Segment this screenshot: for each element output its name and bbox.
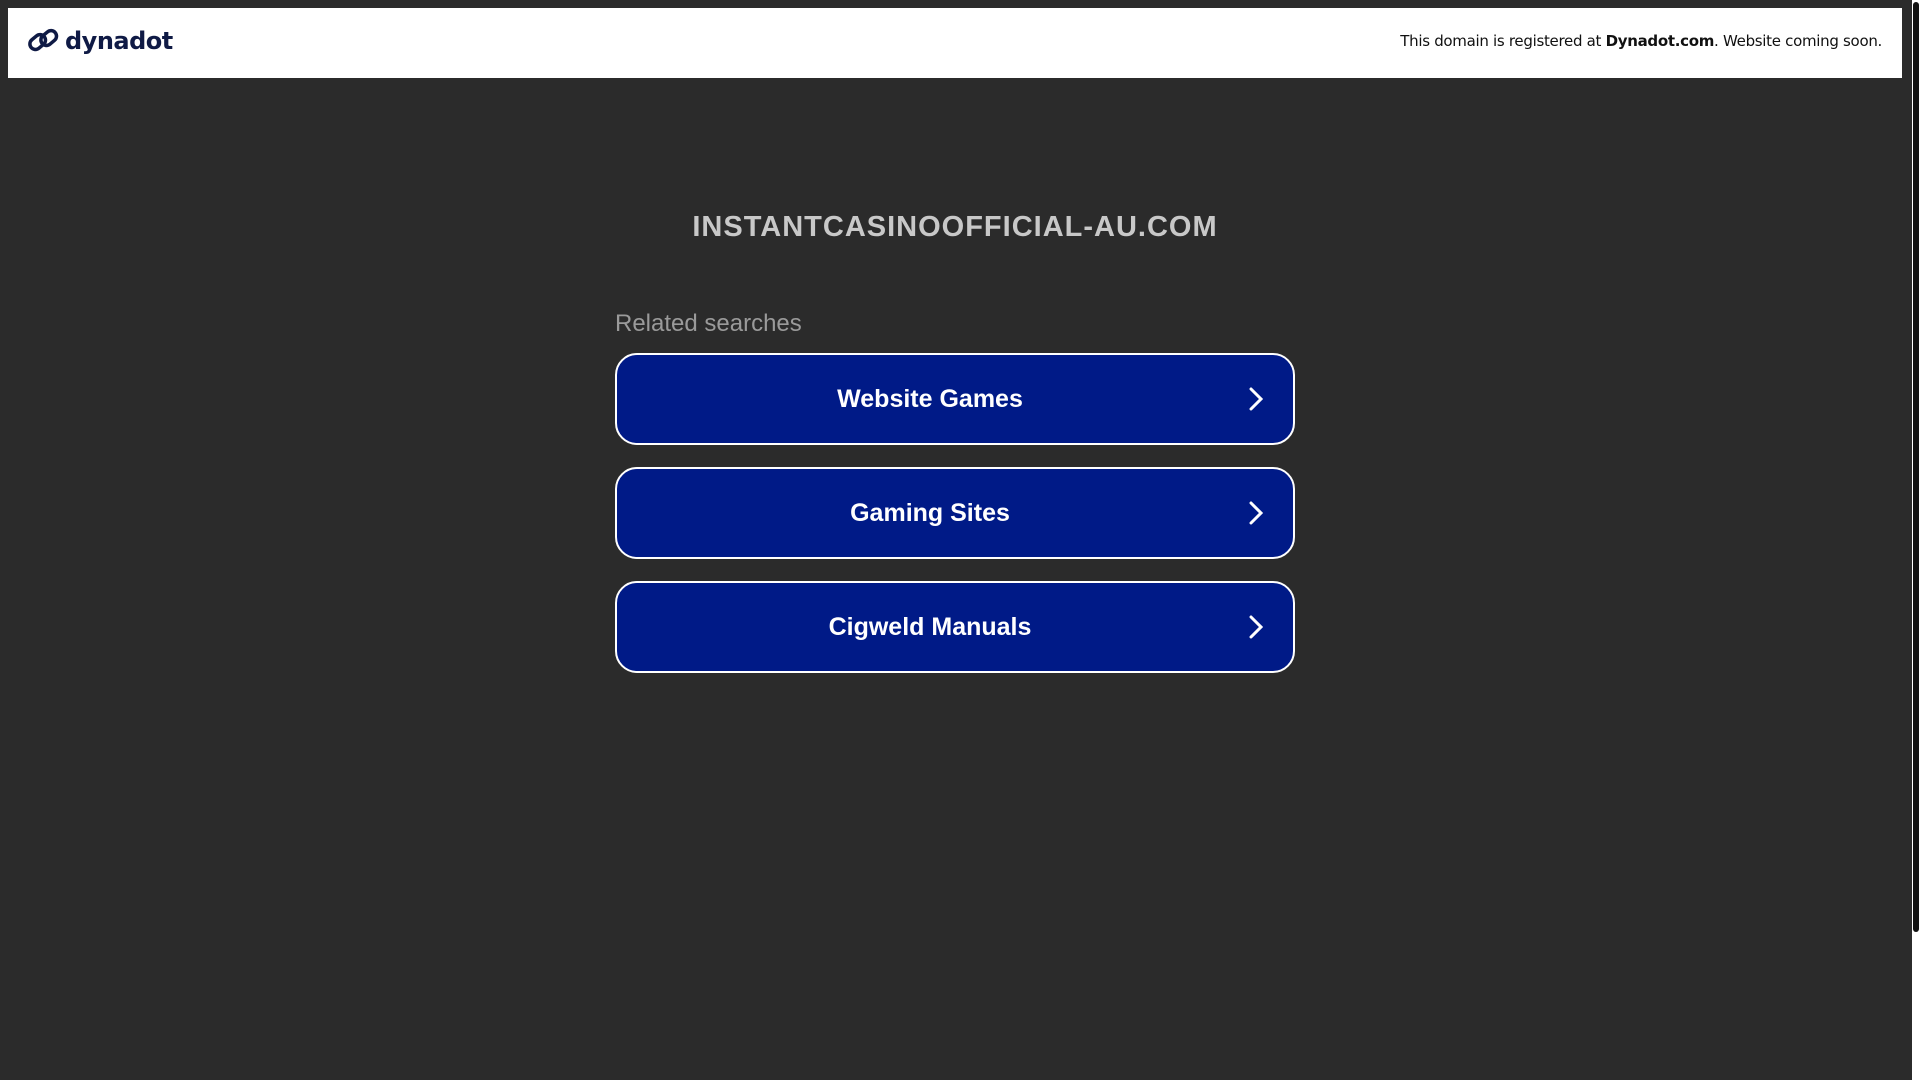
registration-notice: This domain is registered at Dynadot.com…: [1400, 32, 1882, 50]
header: dynadot This domain is registered at Dyn…: [8, 8, 1902, 78]
search-button-cigweld-manuals[interactable]: Cigweld Manuals: [615, 581, 1295, 673]
logo-text: dynadot: [65, 27, 173, 55]
chevron-right-icon: [1249, 501, 1263, 525]
chain-link-icon: [28, 28, 59, 52]
chevron-right-icon: [1249, 615, 1263, 639]
scrollbar-thumb[interactable]: [1913, 2, 1919, 932]
domain-title: INSTANTCASINOOFFICIAL-AU.COM: [692, 211, 1218, 243]
search-button-label: Cigweld Manuals: [828, 612, 1032, 641]
dynadot-link[interactable]: Dynadot.com: [1606, 32, 1715, 50]
search-button-label: Website Games: [837, 384, 1023, 413]
chevron-right-icon: [1249, 387, 1263, 411]
search-button-gaming-sites[interactable]: Gaming Sites: [615, 467, 1295, 559]
related-searches-label: Related searches: [615, 310, 802, 337]
search-button-label: Gaming Sites: [850, 498, 1010, 527]
notice-prefix: This domain is registered at: [1400, 32, 1606, 50]
dynadot-logo[interactable]: dynadot: [27, 25, 173, 57]
notice-suffix: . Website coming soon.: [1714, 32, 1882, 50]
search-button-website-games[interactable]: Website Games: [615, 353, 1295, 445]
